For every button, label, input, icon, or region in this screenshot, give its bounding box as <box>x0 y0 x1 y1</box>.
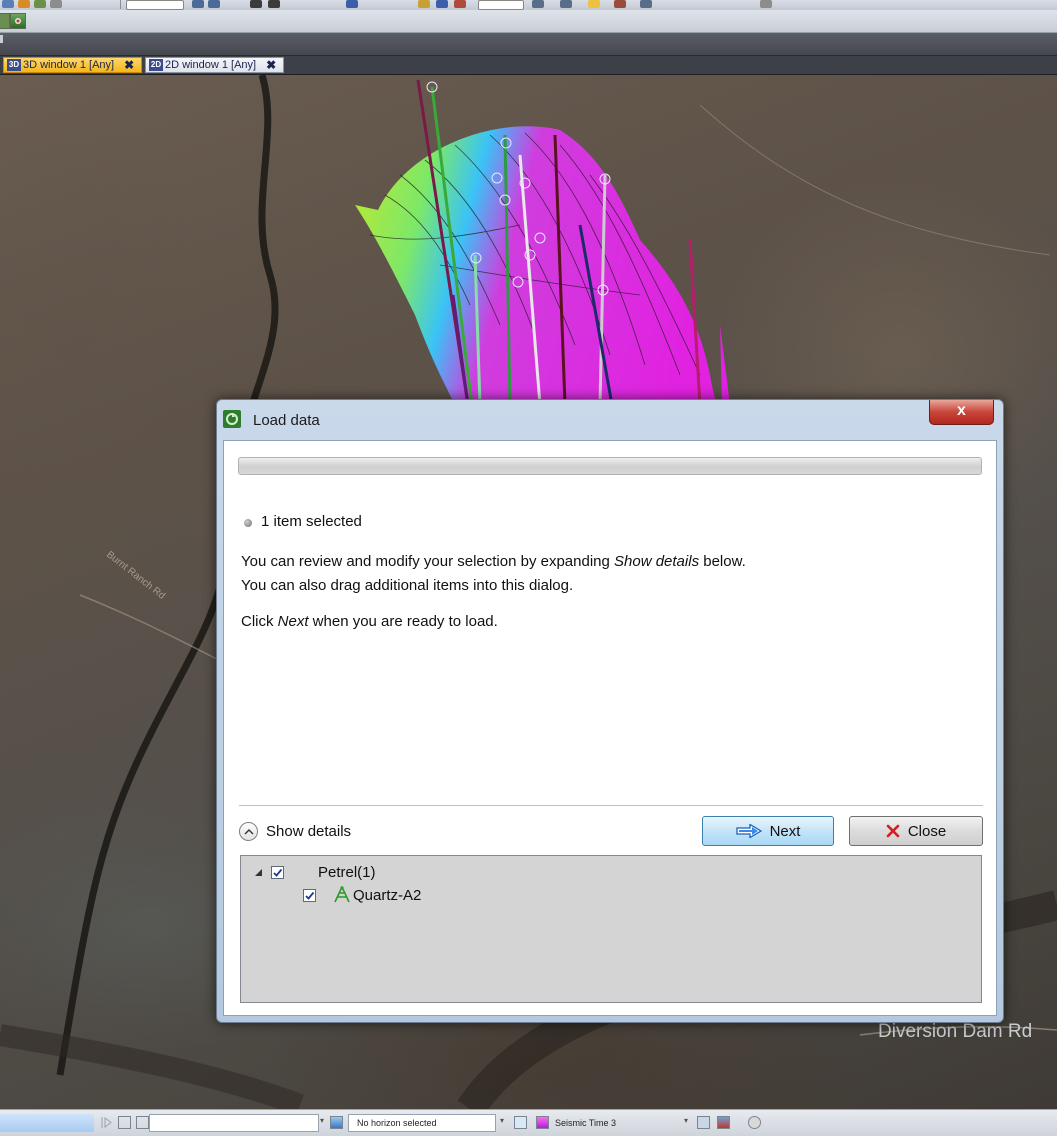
toolbar-separator <box>120 0 121 9</box>
help-icon[interactable] <box>514 1116 527 1129</box>
show-details-label: Show details <box>266 822 352 840</box>
instruction-line: You can also drag additional items into … <box>241 577 574 594</box>
next-button[interactable]: Next <box>702 816 834 846</box>
load-data-icon <box>223 410 241 428</box>
page-icon[interactable] <box>136 1116 149 1129</box>
toolbar-icon[interactable] <box>640 0 652 8</box>
petrel-icon[interactable] <box>10 13 26 29</box>
instruction-line: You can review and modify your selection… <box>241 553 746 570</box>
grid-icon[interactable] <box>697 1116 710 1129</box>
divider <box>239 805 983 806</box>
status-icon[interactable] <box>100 1116 113 1129</box>
secondary-toolbar <box>0 10 1057 33</box>
tab-label: 3D window 1 [Any] <box>23 59 115 71</box>
toolbar-icon[interactable] <box>560 0 572 8</box>
load-data-dialog: Load data x 1 item selected You can revi… <box>216 399 1004 1023</box>
toolbar-icon[interactable] <box>614 0 626 8</box>
status-bullet-icon <box>244 519 252 527</box>
toolbar-icon[interactable] <box>50 0 62 8</box>
toolbar-icon[interactable] <box>192 0 204 8</box>
window-tab-bar: 3D 3D window 1 [Any] ✖ 2D 2D window 1 [A… <box>0 56 1057 75</box>
seismic-label[interactable]: Seismic Time 3 <box>555 1114 616 1132</box>
toolbar-icon[interactable] <box>454 0 466 8</box>
next-label: Next <box>769 822 801 840</box>
well-icon <box>333 886 351 904</box>
status-field[interactable] <box>149 1114 319 1132</box>
toolbar-icon[interactable] <box>18 0 30 8</box>
horizon-selector[interactable]: No horizon selected <box>348 1114 496 1132</box>
close-button[interactable]: Close <box>849 816 983 846</box>
horizon-icon[interactable] <box>330 1116 343 1129</box>
toolbar-icon[interactable] <box>532 0 544 8</box>
checkbox[interactable] <box>303 888 316 902</box>
dialog-title: Load data <box>253 412 320 429</box>
panel-grip[interactable] <box>0 35 3 43</box>
settings-icon[interactable] <box>748 1116 761 1129</box>
dialog-title-bar[interactable]: Load data x <box>217 400 1003 440</box>
instruction-line: Click Next when you are ready to load. <box>241 613 498 630</box>
dialog-content: 1 item selected You can review and modif… <box>223 440 997 1016</box>
dropdown-icon[interactable]: ▾ <box>500 1116 513 1129</box>
toolbar-icon[interactable] <box>0 13 10 29</box>
status-icon[interactable] <box>118 1116 131 1129</box>
valley-shadow <box>0 1024 304 1109</box>
show-details-toggle[interactable]: Show details <box>239 819 351 843</box>
toolbar-icon[interactable] <box>418 0 430 8</box>
panel-header-bar <box>0 33 1057 56</box>
red-x-icon <box>886 824 900 838</box>
chart-icon[interactable] <box>717 1116 730 1129</box>
progress-bar <box>238 457 982 475</box>
tab-close-icon[interactable]: ✖ <box>266 57 276 73</box>
status-bar: ▾ No horizon selected ▾ Seismic Time 3 ▾ <box>0 1109 1057 1136</box>
main-toolbar <box>0 0 1057 10</box>
checkbox[interactable] <box>271 865 284 879</box>
toolbar-dropdown[interactable] <box>126 0 184 10</box>
selection-status: 1 item selected <box>261 513 362 530</box>
tab-2d-window[interactable]: 2D 2D window 1 [Any] ✖ <box>145 57 284 73</box>
2d-window-icon: 2D <box>149 59 163 71</box>
close-label: Close <box>907 822 947 840</box>
expander-icon[interactable] <box>255 868 262 876</box>
tab-label: 2D window 1 [Any] <box>165 59 257 71</box>
toolbar-icon[interactable] <box>346 0 358 8</box>
window-close-button[interactable]: x <box>929 400 994 425</box>
toolbar-icon[interactable] <box>436 0 448 8</box>
seismic-icon[interactable] <box>536 1116 549 1129</box>
tab-3d-window[interactable]: 3D 3D window 1 [Any] ✖ <box>3 57 142 73</box>
arrow-right-icon <box>735 824 762 838</box>
toolbar-icon[interactable] <box>250 0 262 8</box>
3d-window-icon: 3D <box>7 59 21 71</box>
toolbar-icon[interactable] <box>34 0 46 8</box>
status-progress-area <box>0 1114 94 1132</box>
toolbar-icon[interactable] <box>208 0 220 8</box>
horizon-surface <box>355 126 730 410</box>
toolbar-dropdown[interactable] <box>478 0 524 10</box>
road-label: Diversion Dam Rd <box>878 1021 1033 1042</box>
tree-node-petrel[interactable]: Petrel(1) <box>255 862 376 882</box>
tree-node-label: Petrel(1) <box>318 863 376 881</box>
tab-close-icon[interactable]: ✖ <box>124 57 134 73</box>
toolbar-icon[interactable] <box>760 0 772 8</box>
toolbar-icon[interactable] <box>2 0 14 8</box>
dropdown-icon[interactable]: ▾ <box>684 1116 697 1129</box>
toolbar-icon[interactable] <box>588 0 600 8</box>
tree-node-label: Quartz-A2 <box>353 886 422 904</box>
tree-node-quartz-a2[interactable]: Quartz-A2 <box>303 885 421 905</box>
chevron-up-icon[interactable] <box>239 821 258 841</box>
selection-tree: Petrel(1) Quartz-A2 <box>240 855 982 1003</box>
toolbar-icon[interactable] <box>268 0 280 8</box>
road <box>699 104 1051 256</box>
